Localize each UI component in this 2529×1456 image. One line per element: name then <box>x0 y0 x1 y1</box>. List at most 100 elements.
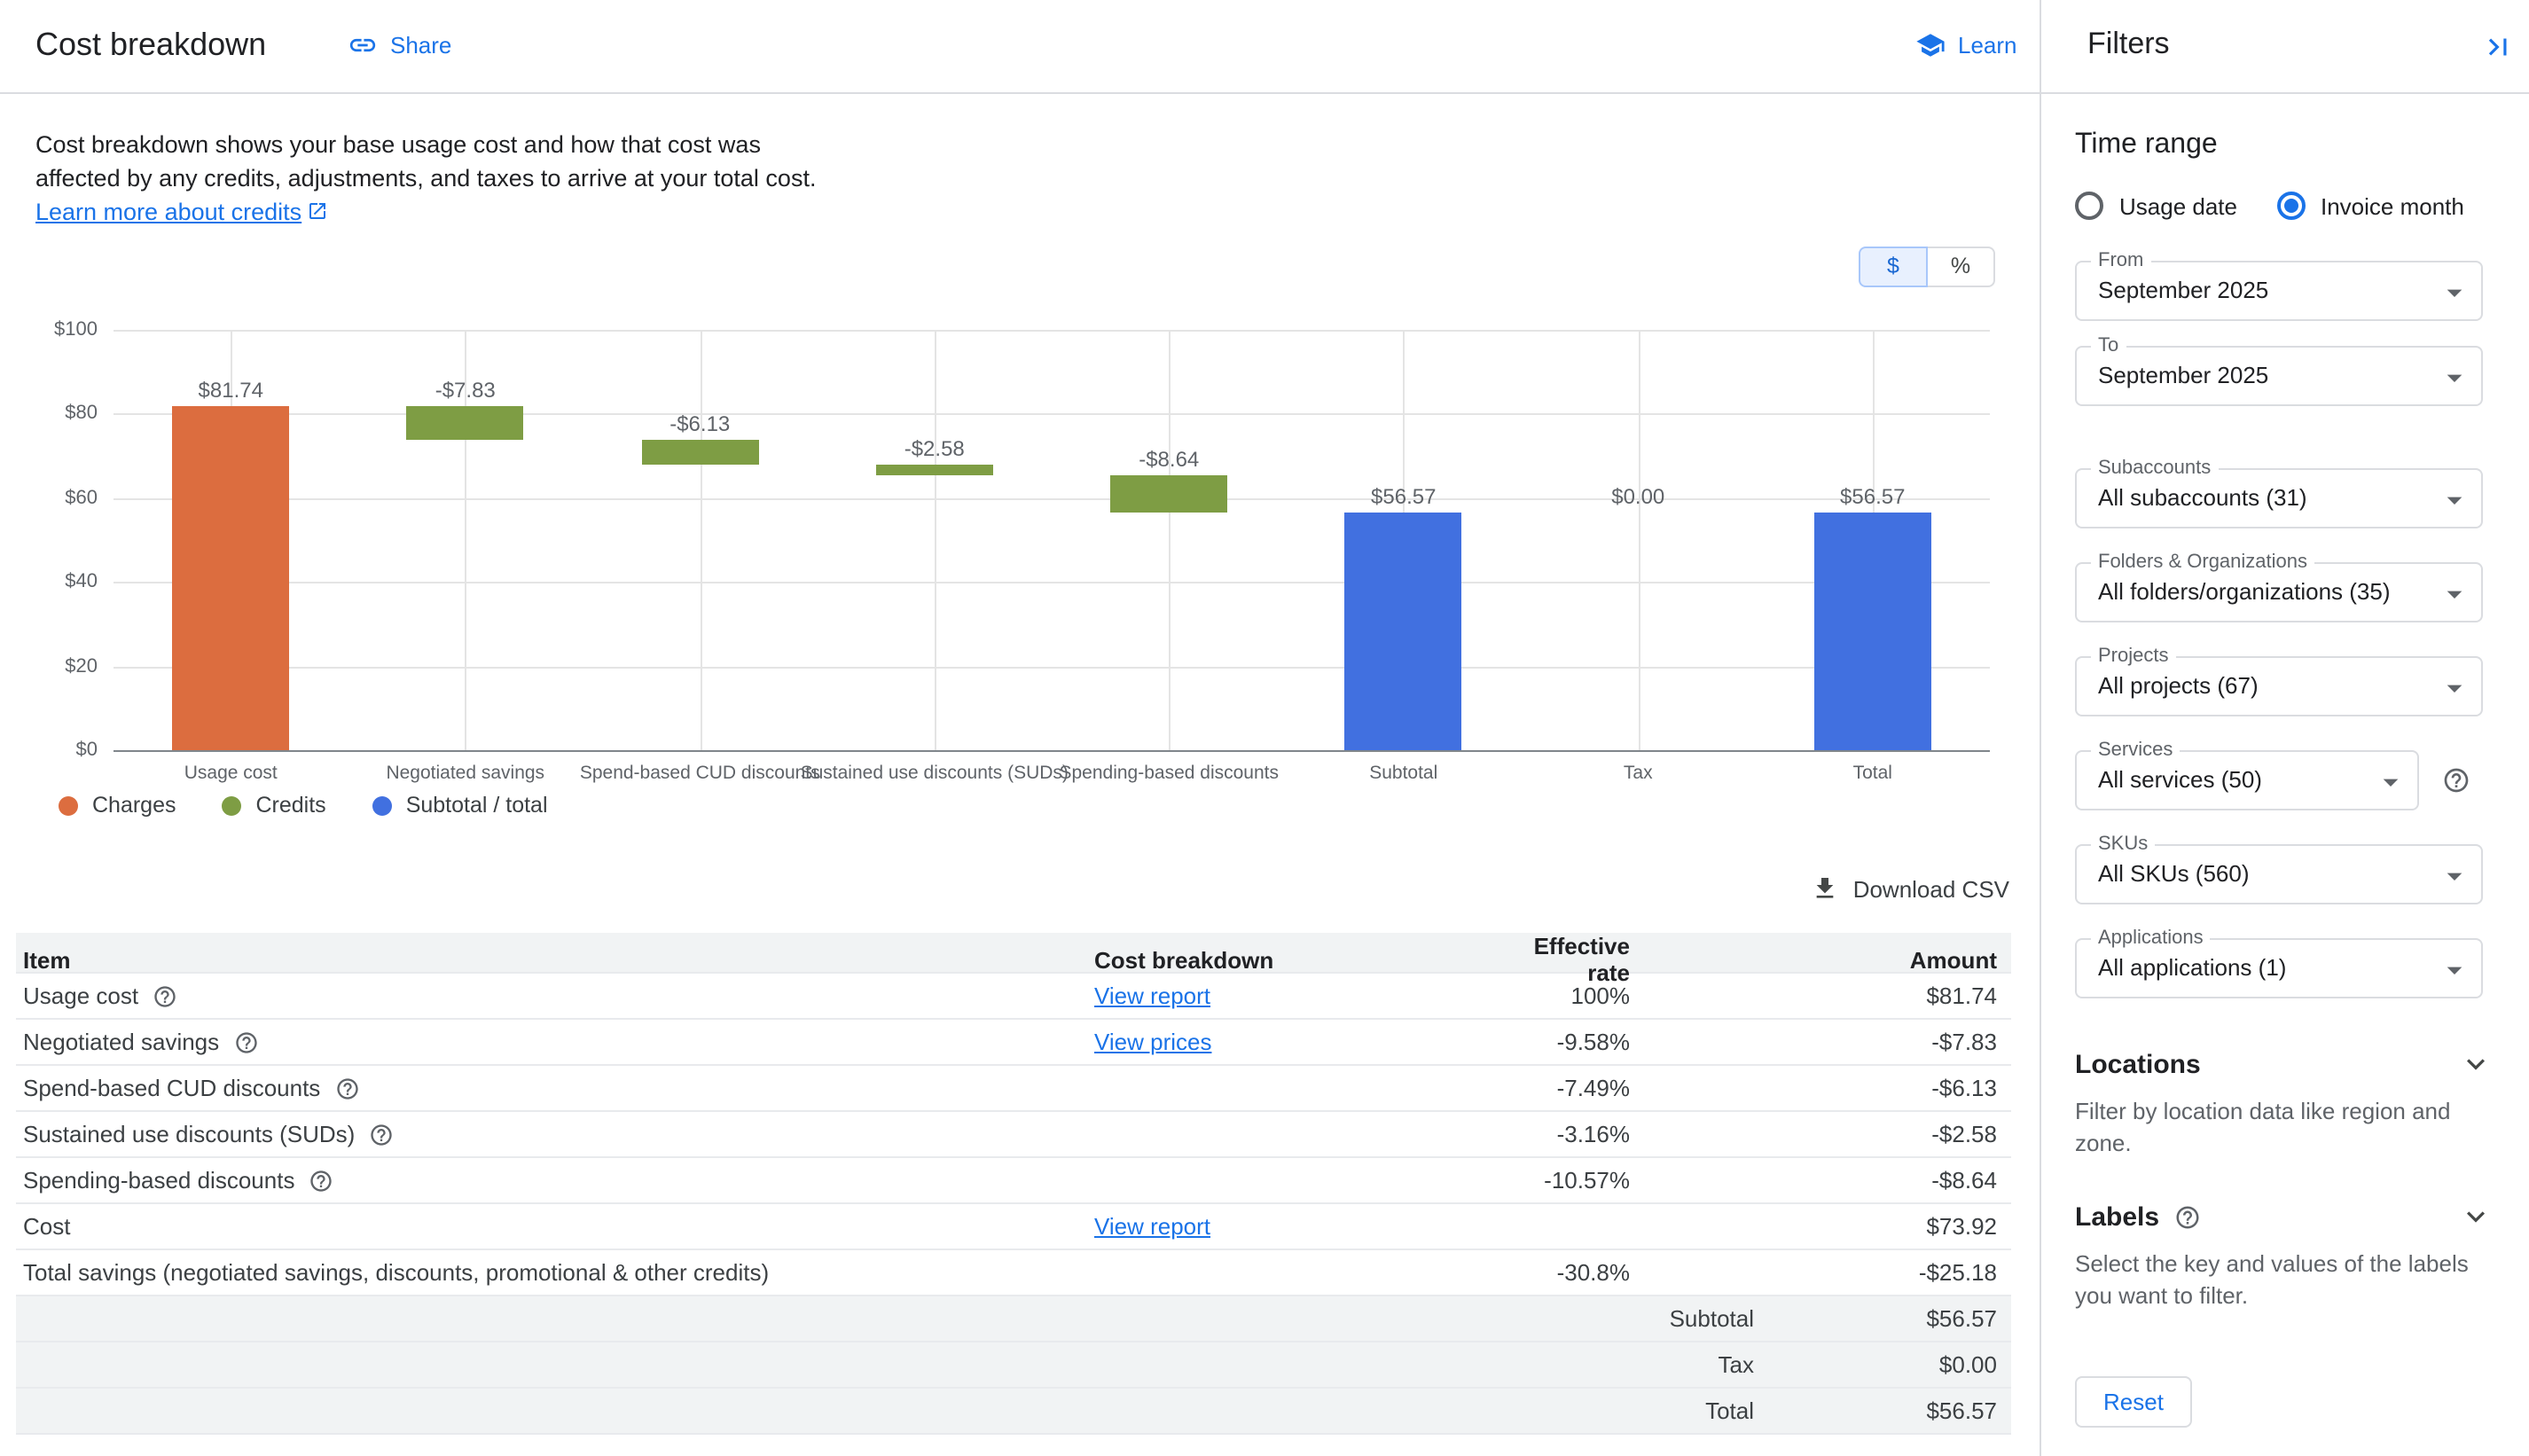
y-axis-label: $20 <box>35 655 98 677</box>
chart-bar-spend-based-cud-discounts <box>641 440 758 466</box>
download-csv-label: Download CSV <box>1853 875 2009 902</box>
effective-rate-cell: -30.8% <box>1488 1259 1630 1286</box>
section-description: Filter by location data like region and … <box>2075 1096 2494 1160</box>
collapse-right-icon[interactable] <box>2481 30 2515 64</box>
summary-label: Tax <box>23 1351 1754 1378</box>
cost-breakdown-page: Cost breakdown Share Learn Filters Cost … <box>0 0 2529 1455</box>
summary-row-total: Total$56.57 <box>16 1389 2011 1435</box>
section-header-labels[interactable]: Labels <box>2075 1199 2494 1234</box>
download-csv-button[interactable]: Download CSV <box>1811 874 2009 903</box>
amount-cell: $81.74 <box>1630 982 1997 1009</box>
filter-field-row: Folders & OrganizationsAll folders/organ… <box>2075 562 2494 622</box>
bar-value-label: $0.00 <box>1611 484 1664 509</box>
cost-breakdown-cell: View report <box>1094 982 1488 1009</box>
main-content: Cost breakdown shows your base usage cos… <box>0 94 2040 1456</box>
section-title: Locations <box>2075 1049 2201 1079</box>
y-axis-label: $0 <box>35 740 98 761</box>
description-text: Cost breakdown shows your base usage cos… <box>35 131 816 192</box>
view-prices-link[interactable]: View prices <box>1094 1029 1211 1055</box>
help-circle-icon[interactable] <box>233 1029 258 1054</box>
amount-cell: $73.92 <box>1630 1213 1997 1240</box>
learn-label: Learn <box>1958 32 2017 59</box>
share-label: Share <box>390 32 451 59</box>
category-label: Total <box>1853 763 1892 784</box>
radio-usage-date[interactable]: Usage date <box>2075 192 2237 220</box>
table-row: Sustained use discounts (SUDs)-3.16%-$2.… <box>16 1112 2011 1158</box>
legend-dot <box>223 795 242 815</box>
bar-value-label: -$6.13 <box>669 411 730 436</box>
help-circle-icon[interactable] <box>2173 1203 2200 1230</box>
select-projects[interactable]: ProjectsAll projects (67) <box>2075 656 2483 716</box>
select-subaccounts[interactable]: SubaccountsAll subaccounts (31) <box>2075 468 2483 528</box>
radio-label: Usage date <box>2119 192 2237 219</box>
bar-value-label: -$8.64 <box>1139 448 1199 473</box>
share-button[interactable]: Share <box>348 30 451 60</box>
view-report-link[interactable]: View report <box>1094 1213 1210 1240</box>
item-cell: Spend-based CUD discounts <box>23 1075 1094 1101</box>
select-label: From <box>2091 250 2150 271</box>
help-circle-icon[interactable] <box>334 1076 359 1100</box>
effective-rate-cell: -9.58% <box>1488 1029 1630 1055</box>
reset-button[interactable]: Reset <box>2075 1376 2192 1428</box>
bar-value-label: -$7.83 <box>435 379 496 403</box>
category-label: Negotiated savings <box>386 763 544 784</box>
filter-field-row: SubaccountsAll subaccounts (31) <box>2075 468 2494 528</box>
category-label: Tax <box>1624 763 1653 784</box>
table-row: CostView report$73.92 <box>16 1204 2011 1250</box>
column-header-item: Item <box>23 946 1094 973</box>
section-header-locations[interactable]: Locations <box>2075 1046 2494 1082</box>
chevron-down-icon <box>2458 1199 2494 1234</box>
select-label: Applications <box>2091 928 2211 949</box>
h-gridline <box>114 666 1990 668</box>
select-from[interactable]: FromSeptember 2025 <box>2075 261 2483 321</box>
select-to[interactable]: ToSeptember 2025 <box>2075 346 2483 406</box>
item-label: Total savings (negotiated savings, disco… <box>23 1259 769 1286</box>
item-label: Sustained use discounts (SUDs) <box>23 1121 355 1147</box>
cost-breakdown-cell: View report <box>1094 1213 1488 1240</box>
column-header-amount: Amount <box>1630 946 1997 973</box>
filter-field-row: ToSeptember 2025 <box>2075 346 2494 406</box>
v-gridline <box>935 330 936 750</box>
table-row: Usage costView report100%$81.74 <box>16 974 2011 1020</box>
select-applications[interactable]: ApplicationsAll applications (1) <box>2075 938 2483 998</box>
y-axis-label: $40 <box>35 571 98 592</box>
arrow-drop-down-icon <box>2373 764 2408 800</box>
select-skus[interactable]: SKUsAll SKUs (560) <box>2075 844 2483 904</box>
bar-value-label: $81.74 <box>199 379 263 403</box>
legend-label: Credits <box>256 793 326 818</box>
item-label: Spend-based CUD discounts <box>23 1075 320 1101</box>
unit-toggle: $ % <box>1859 247 1995 287</box>
help-circle-icon[interactable] <box>153 983 177 1008</box>
table-row: Spending-based discounts-10.57%-$8.64 <box>16 1158 2011 1204</box>
select-label: To <box>2091 335 2126 356</box>
help-circle-icon[interactable] <box>369 1122 394 1147</box>
effective-rate-cell: -3.16% <box>1488 1121 1630 1147</box>
select-label: SKUs <box>2091 834 2155 855</box>
category-label: Subtotal <box>1369 763 1437 784</box>
help-circle-icon[interactable] <box>309 1168 333 1193</box>
filter-field-row: SKUsAll SKUs (560) <box>2075 844 2494 904</box>
radio-invoice-month[interactable]: Invoice month <box>2276 192 2464 220</box>
cost-description: Cost breakdown shows your base usage cos… <box>35 128 851 229</box>
link-icon <box>348 30 378 60</box>
bar-value-label: $56.57 <box>1371 484 1436 509</box>
arrow-drop-down-icon <box>2437 858 2472 894</box>
select-value: September 2025 <box>2077 348 2481 404</box>
select-folders-organizations[interactable]: Folders & OrganizationsAll folders/organ… <box>2075 562 2483 622</box>
percent-toggle-button[interactable]: % <box>1926 247 1995 287</box>
filters-panel-title: Filters <box>2087 27 2170 62</box>
table-row: Negotiated savingsView prices-9.58%-$7.8… <box>16 1020 2011 1066</box>
effective-rate-cell: -7.49% <box>1488 1075 1630 1101</box>
item-label: Negotiated savings <box>23 1029 219 1055</box>
learn-button[interactable]: Learn <box>1915 30 2017 60</box>
learn-more-credits-link[interactable]: Learn more about credits <box>35 199 328 225</box>
select-label: Subaccounts <box>2091 458 2218 479</box>
dollar-toggle-button[interactable]: $ <box>1859 247 1928 287</box>
legend-dot <box>372 795 392 815</box>
help-circle-icon[interactable] <box>2442 766 2470 795</box>
view-report-link[interactable]: View report <box>1094 982 1210 1009</box>
select-services[interactable]: ServicesAll services (50) <box>2075 750 2419 810</box>
page-header: Cost breakdown Share Learn Filters <box>0 0 2529 94</box>
y-axis-label: $80 <box>35 403 98 425</box>
filter-field-row: ProjectsAll projects (67) <box>2075 656 2494 716</box>
